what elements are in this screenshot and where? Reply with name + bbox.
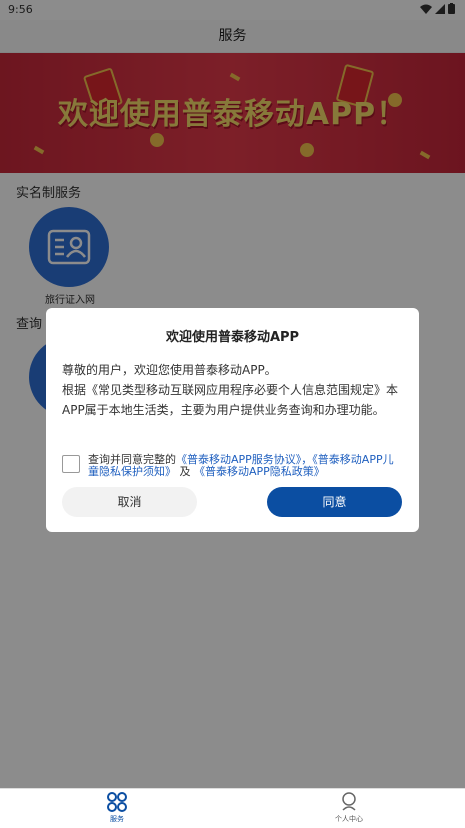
- cancel-button[interactable]: 取消: [62, 487, 197, 517]
- agree-button[interactable]: 同意: [267, 487, 402, 517]
- dialog-body: 尊敬的用户，欢迎您使用普泰移动APP。 根据《常见类型移动互联网应用程序必要个人…: [62, 360, 406, 420]
- tab-service-label: 服务: [110, 815, 124, 823]
- dialog-body-line2: 根据《常见类型移动互联网应用程序必要个人信息范围规定》本APP属于本地生活类，主…: [62, 383, 399, 417]
- grid-icon: [107, 792, 127, 812]
- privacy-policy-link[interactable]: 《普泰移动APP隐私政策》: [194, 465, 325, 478]
- privacy-dialog: 欢迎使用普泰移动APP 尊敬的用户，欢迎您使用普泰移动APP。 根据《常见类型移…: [46, 308, 419, 532]
- dialog-body-line1: 尊敬的用户，欢迎您使用普泰移动APP。: [62, 363, 277, 377]
- agree-join: 及: [179, 465, 191, 478]
- agree-checkbox[interactable]: [62, 455, 80, 473]
- person-icon: [342, 792, 356, 811]
- tab-service[interactable]: 服务: [82, 792, 152, 824]
- dialog-title: 欢迎使用普泰移动APP: [165, 330, 300, 345]
- tab-profile-label: 个人中心: [335, 815, 363, 823]
- bottom-tabbar: 服务 个人中心: [0, 788, 465, 828]
- tab-profile[interactable]: 个人中心: [314, 792, 384, 824]
- agree-text: 查询并同意完整的《普泰移动APP服务协议》，《普泰移动APP儿童隐私保护须知》 …: [88, 454, 403, 478]
